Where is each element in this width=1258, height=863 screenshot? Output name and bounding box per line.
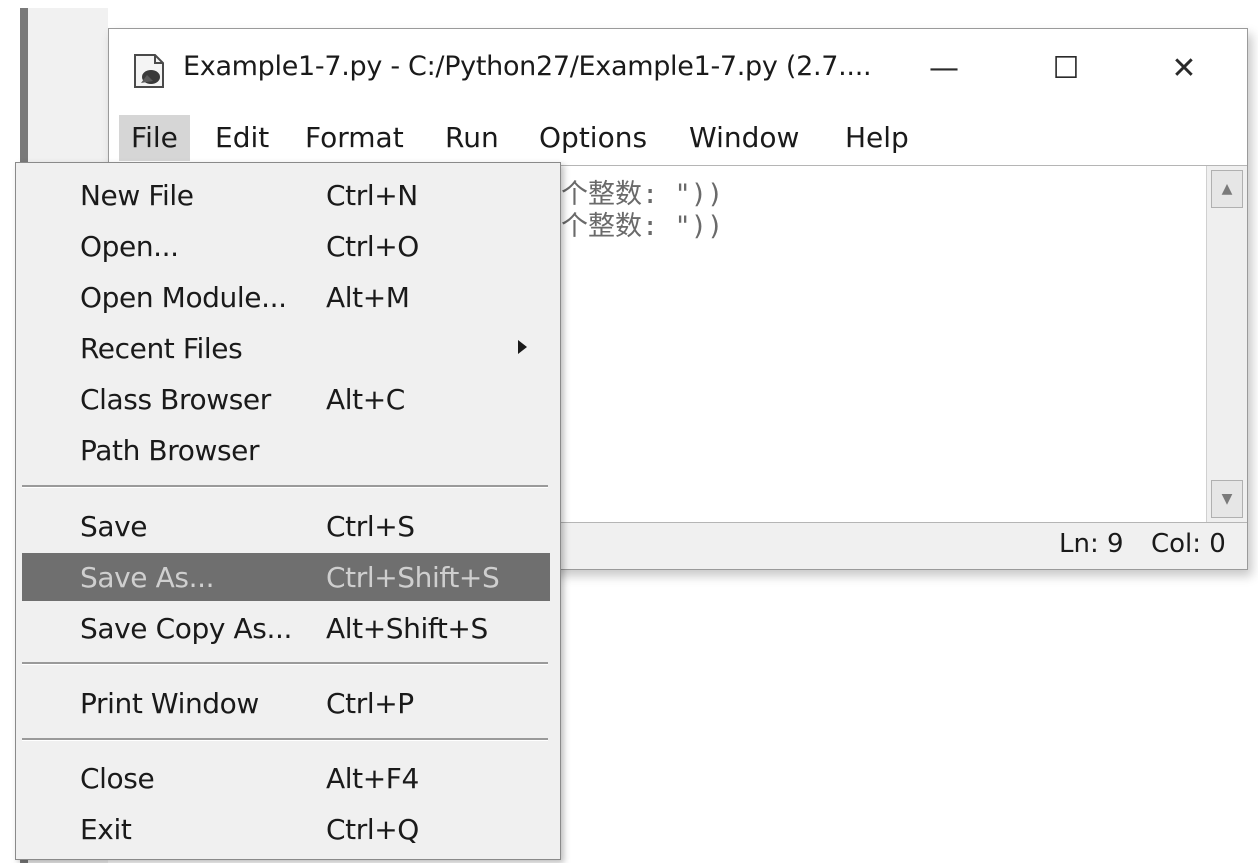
menu-file[interactable]: File — [119, 115, 190, 161]
line-number-indicator: Ln: 9 — [1059, 529, 1124, 559]
menu-item-label: Class Browser — [80, 383, 271, 416]
menu-options[interactable]: Options — [527, 115, 659, 161]
window-title: Example1-7.py - C:/Python27/Example1-7.p… — [183, 51, 872, 82]
menu-item-shortcut: Ctrl+Shift+S — [326, 561, 500, 594]
menu-item-label: Recent Files — [80, 332, 243, 365]
submenu-arrow-icon — [518, 340, 527, 354]
menu-item-shortcut: Ctrl+O — [326, 230, 419, 263]
menu-separator — [22, 662, 548, 665]
menu-item-label: Save As... — [80, 561, 215, 594]
code-line: 个整数: ")) — [561, 211, 724, 242]
menu-item-recent-files[interactable]: Recent Files — [22, 324, 550, 372]
python-idle-icon — [134, 54, 164, 88]
menu-item-label: Print Window — [80, 687, 259, 720]
menu-item-path-browser[interactable]: Path Browser — [22, 426, 550, 474]
menu-item-label: Path Browser — [80, 434, 260, 467]
menu-item-class-browser[interactable]: Class Browser Alt+C — [22, 375, 550, 423]
scroll-down-arrow-icon[interactable]: ▼ — [1211, 480, 1243, 518]
scroll-up-arrow-icon[interactable]: ▲ — [1211, 170, 1243, 208]
menu-item-save-copy-as[interactable]: Save Copy As... Alt+Shift+S — [22, 604, 550, 652]
menu-item-label: New File — [80, 179, 194, 212]
menu-item-label: Save Copy As... — [80, 612, 292, 645]
menu-item-open-module[interactable]: Open Module... Alt+M — [22, 273, 550, 321]
title-bar[interactable]: Example1-7.py - C:/Python27/Example1-7.p… — [109, 29, 1247, 109]
column-number-indicator: Col: 0 — [1151, 529, 1226, 559]
menu-item-shortcut: Ctrl+Q — [326, 813, 419, 846]
maximize-button[interactable]: ☐ — [1031, 43, 1101, 93]
menu-item-shortcut: Ctrl+N — [326, 179, 418, 212]
menu-run[interactable]: Run — [433, 115, 511, 161]
menu-item-label: Save — [80, 510, 148, 543]
menu-item-save-as[interactable]: Save As... Ctrl+Shift+S — [22, 553, 550, 601]
minimize-button[interactable]: — — [909, 43, 979, 93]
menu-item-new-file[interactable]: New File Ctrl+N — [22, 171, 550, 219]
screen: Example1-7.py - C:/Python27/Example1-7.p… — [0, 0, 1258, 863]
file-menu-dropdown: New File Ctrl+N Open... Ctrl+O Open Modu… — [15, 162, 561, 860]
menu-item-shortcut: Ctrl+P — [326, 687, 414, 720]
menu-item-open[interactable]: Open... Ctrl+O — [22, 222, 550, 270]
menu-separator — [22, 485, 548, 488]
menu-item-shortcut: Ctrl+S — [326, 510, 415, 543]
menu-bar: File Edit Format Run Options Window Help — [109, 109, 1247, 165]
menu-item-label: Open Module... — [80, 281, 287, 314]
menu-item-save[interactable]: Save Ctrl+S — [22, 502, 550, 550]
menu-item-shortcut: Alt+C — [326, 383, 405, 416]
menu-window[interactable]: Window — [677, 115, 811, 161]
menu-item-shortcut: Alt+Shift+S — [326, 612, 488, 645]
menu-format[interactable]: Format — [293, 115, 416, 161]
menu-separator — [22, 738, 548, 741]
menu-item-shortcut: Alt+F4 — [326, 762, 419, 795]
menu-item-print-window[interactable]: Print Window Ctrl+P — [22, 679, 550, 727]
menu-item-label: Exit — [80, 813, 132, 846]
menu-item-exit[interactable]: Exit Ctrl+Q — [22, 805, 550, 853]
menu-help[interactable]: Help — [833, 115, 921, 161]
menu-item-label: Close — [80, 762, 155, 795]
menu-item-shortcut: Alt+M — [326, 281, 410, 314]
close-button[interactable]: ✕ — [1149, 43, 1219, 93]
menu-item-label: Open... — [80, 230, 179, 263]
menu-edit[interactable]: Edit — [203, 115, 281, 161]
vertical-scrollbar[interactable]: ▲ ▼ — [1206, 166, 1247, 522]
menu-item-close[interactable]: Close Alt+F4 — [22, 754, 550, 802]
